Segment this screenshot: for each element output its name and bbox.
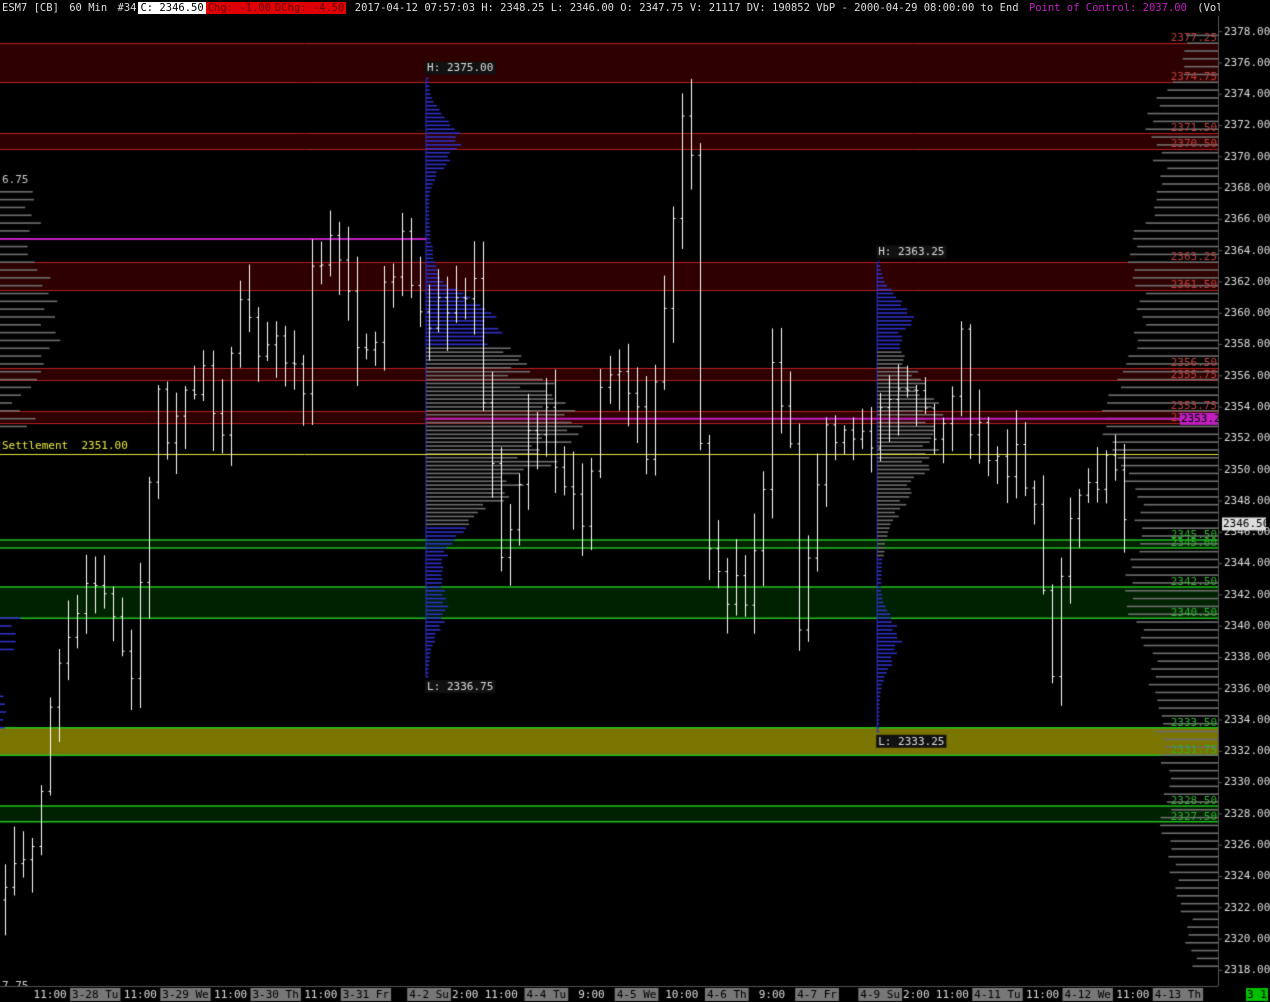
point-of-control-label: Point of Control: 2037.00 xyxy=(1028,2,1187,14)
change-value: Chg: -1.00 xyxy=(205,2,273,14)
bar-number: #34 xyxy=(117,2,137,14)
chart-header: ESM7 [CB] 60 Min #34 C: 2346.50 Chg: -1.00… xyxy=(0,0,1220,16)
study-label[interactable]: (Volume Profiles, 0, 1, From Start Date-… xyxy=(1195,2,1220,14)
bar-info: 2017-04-12 07:57:03 H: 2348.25 L: 2346.0… xyxy=(354,2,1019,14)
price-chart-canvas[interactable] xyxy=(0,0,1270,1002)
close-value: C: 2346.50 xyxy=(138,2,206,14)
daily-change-value: DChg: -4.50 xyxy=(272,2,347,14)
interval-label[interactable]: 60 Min xyxy=(67,2,109,14)
symbol-label[interactable]: ESM7 [CB] xyxy=(0,2,61,14)
